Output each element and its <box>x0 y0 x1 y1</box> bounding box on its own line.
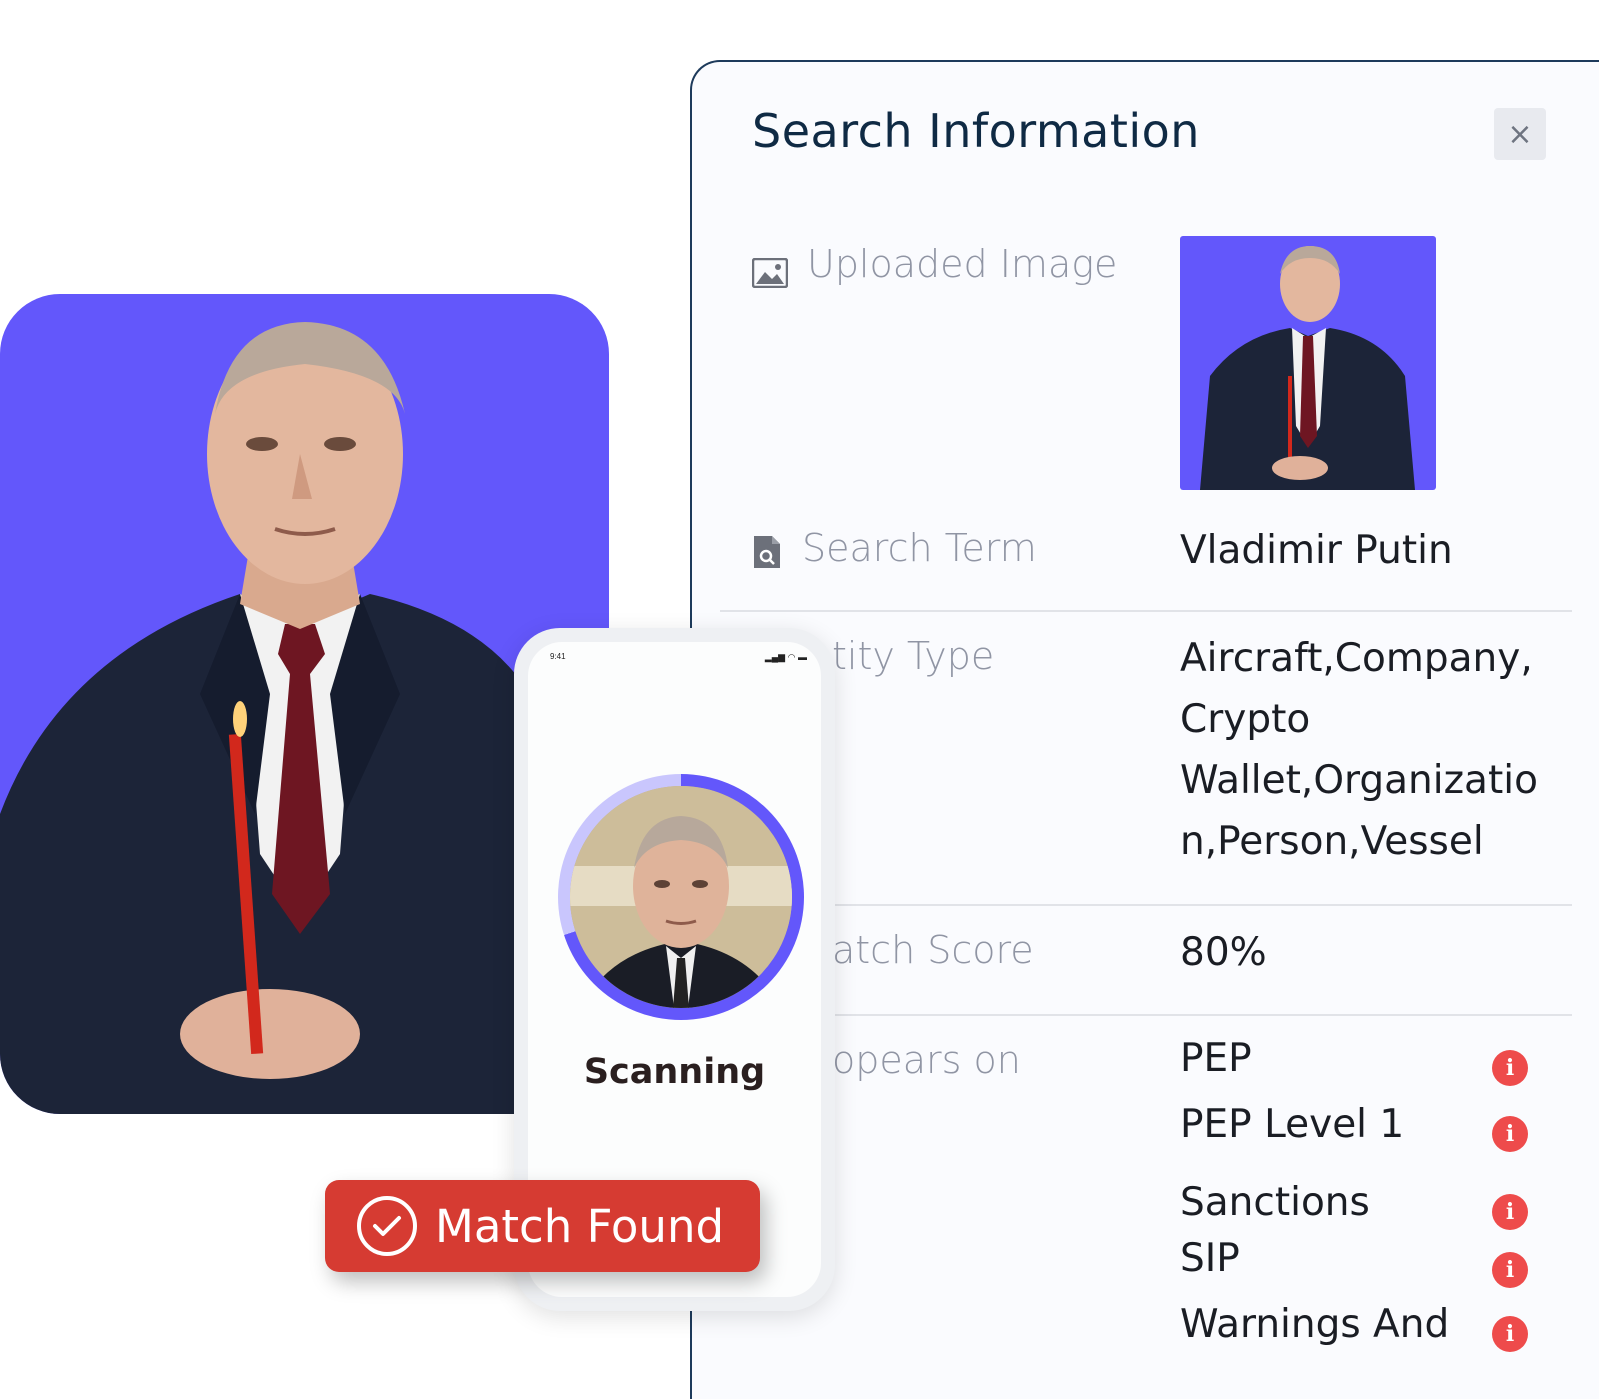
entity-type-line: Crypto <box>1180 697 1311 742</box>
scan-progress-ring <box>558 774 804 1020</box>
match-score-label: atch Score <box>832 928 1034 972</box>
check-circle-icon <box>357 1196 417 1256</box>
wifi-icon: ◠ <box>787 652 796 662</box>
appears-on-item: PEP Level 1 <box>1180 1102 1405 1147</box>
entity-type-line: n,Person,Vessel <box>1180 819 1484 864</box>
search-term-value: Vladimir Putin <box>1180 528 1453 573</box>
appears-on-item: SIP <box>1180 1236 1240 1281</box>
close-button[interactable]: × <box>1494 108 1546 160</box>
divider <box>720 610 1572 612</box>
match-found-label: Match Found <box>435 1199 725 1253</box>
entity-type-value: Aircraft,Company, Crypto Wallet,Organiza… <box>1180 628 1538 872</box>
signal-icon: ▂▄▆ <box>764 652 786 662</box>
image-icon <box>752 258 788 288</box>
appears-on-item: Warnings And <box>1180 1302 1450 1347</box>
appears-on-label: opears on <box>832 1038 1021 1082</box>
document-search-icon <box>754 536 780 568</box>
uploaded-image-label: Uploaded Image <box>807 242 1118 286</box>
scanning-label: Scanning <box>583 1052 766 1092</box>
appears-on-item: Sanctions <box>1180 1180 1370 1225</box>
thumbnail-person-photo <box>1200 246 1415 490</box>
entity-type-line: Wallet,Organizatio <box>1180 758 1538 803</box>
info-icon[interactable]: i <box>1492 1050 1528 1086</box>
appears-on-item: PEP <box>1180 1036 1252 1081</box>
status-icons: ▂▄▆ ◠ ▬ <box>765 652 807 663</box>
entity-type-line: Aircraft,Company, <box>1180 636 1533 681</box>
uploaded-image-thumbnail[interactable] <box>1180 236 1436 490</box>
info-icon[interactable]: i <box>1492 1252 1528 1288</box>
entity-type-label: tity Type <box>832 634 995 678</box>
info-icon[interactable]: i <box>1492 1316 1528 1352</box>
scan-face-photo <box>570 786 792 1008</box>
info-icon[interactable]: i <box>1492 1194 1528 1230</box>
search-term-label: Search Term <box>802 526 1037 570</box>
divider <box>720 904 1572 906</box>
match-score-value: 80% <box>1180 930 1267 975</box>
battery-icon: ▬ <box>798 652 807 662</box>
status-time: 9:41 <box>550 652 566 661</box>
info-icon[interactable]: i <box>1492 1116 1528 1152</box>
panel-title: Search Information <box>752 104 1200 158</box>
match-found-badge[interactable]: Match Found <box>325 1180 760 1272</box>
divider <box>720 1014 1572 1016</box>
